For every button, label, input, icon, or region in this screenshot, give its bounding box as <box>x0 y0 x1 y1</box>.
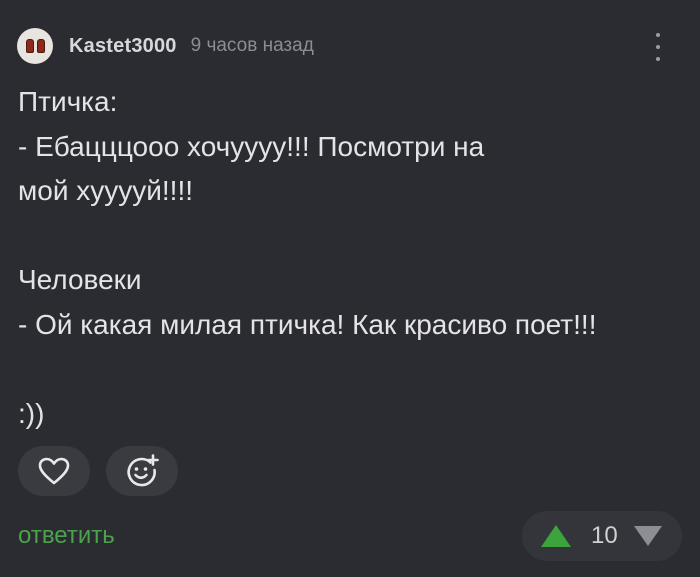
comment-line <box>18 347 678 392</box>
heart-icon <box>38 457 70 485</box>
avatar-image-left <box>25 39 34 53</box>
comment-line: Птичка: <box>18 86 118 117</box>
timestamp: 9 часов назад <box>190 35 314 56</box>
comment-line: Человеки <box>18 264 142 295</box>
comment-line: мой хууууй!!!! <box>18 175 193 206</box>
like-button[interactable] <box>18 446 90 496</box>
add-reaction-button[interactable] <box>106 446 178 496</box>
vote-widget: 10 <box>522 511 682 561</box>
avatar[interactable] <box>17 28 53 64</box>
add-emoji-icon <box>127 454 159 487</box>
comment-line: - Ой какая милая птичка! Как красиво пое… <box>18 308 597 340</box>
reactions-bar <box>18 446 178 496</box>
more-options-button[interactable] <box>650 31 666 63</box>
comment-line: :)) <box>18 397 45 429</box>
arrow-down-icon[interactable] <box>632 524 664 548</box>
more-vertical-icon <box>656 33 660 37</box>
vote-score: 10 <box>591 522 618 549</box>
comment-header: Kastet3000 9 часов назад <box>17 27 680 65</box>
arrow-up-icon[interactable] <box>539 523 573 549</box>
comment-body: Птичка: - Ебацццооо хочуууу!!! Посмотри … <box>18 80 678 436</box>
avatar-image-right <box>36 39 45 53</box>
comment-line <box>18 214 678 259</box>
username[interactable]: Kastet3000 <box>69 35 177 58</box>
comment-line: - Ебацццооо хочуууу!!! Посмотри на <box>18 130 485 162</box>
reply-button[interactable]: ответить <box>18 522 115 550</box>
